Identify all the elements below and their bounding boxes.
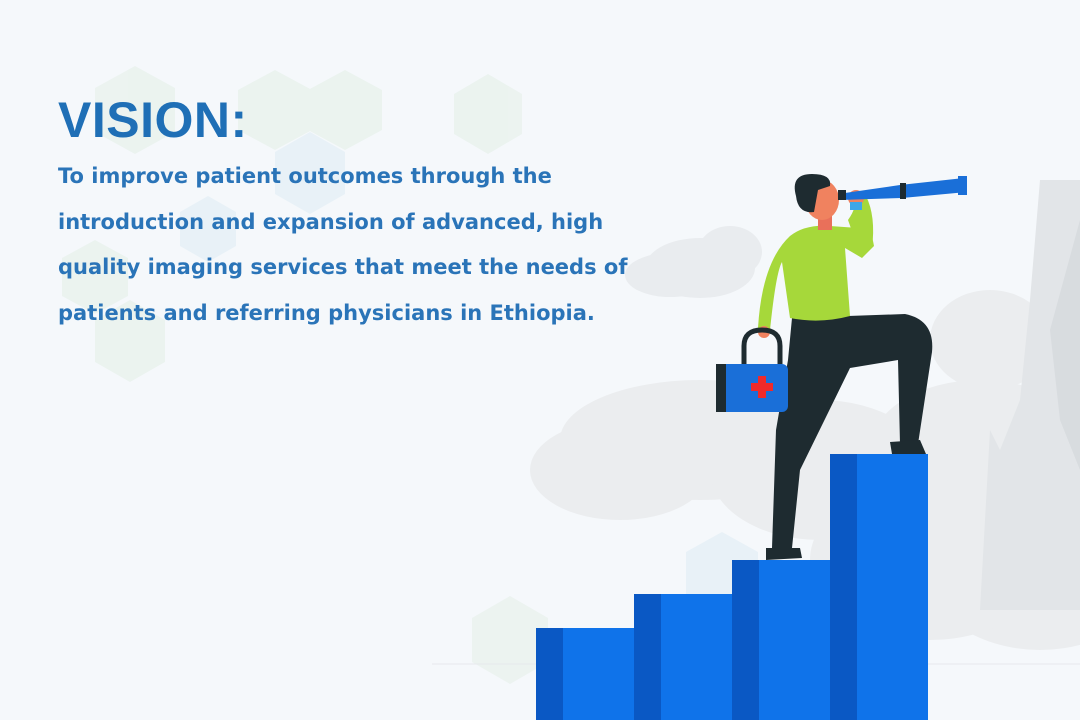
medical-bag-icon <box>716 327 788 412</box>
illustration <box>432 174 1080 720</box>
cloud-icon <box>625 226 762 298</box>
telescope-icon <box>838 176 967 200</box>
